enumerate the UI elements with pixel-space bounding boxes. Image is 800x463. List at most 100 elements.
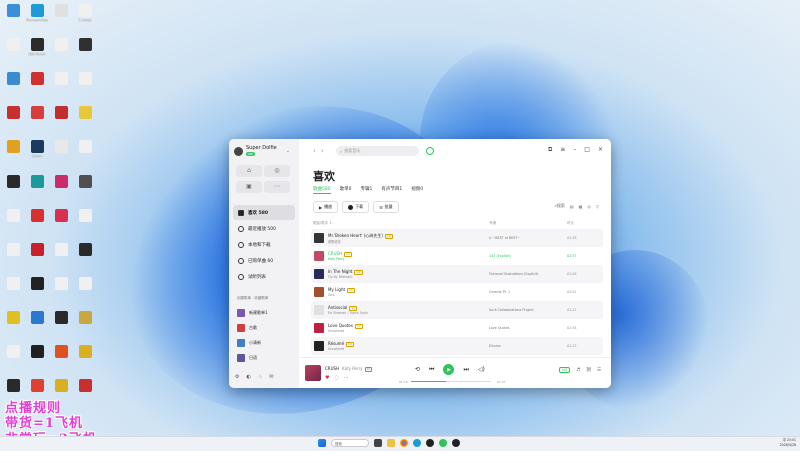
song-title[interactable]: In The Night <box>328 269 352 274</box>
avatar[interactable] <box>234 146 243 156</box>
voice-search-icon[interactable] <box>426 147 434 155</box>
input-language[interactable]: 中 <box>783 438 786 442</box>
sidebar-item-liked[interactable]: 喜欢 580 <box>233 205 295 220</box>
table-row[interactable]: My Light SQ Giro Cinema Pt. 1 03:02 <box>311 283 603 301</box>
desktop-icon[interactable] <box>50 38 72 52</box>
desktop-icon[interactable] <box>74 106 96 120</box>
desktop-icon[interactable] <box>26 379 48 393</box>
mini-mode-icon[interactable]: ⧉ <box>548 146 552 154</box>
song-artist[interactable]: Ed Sheeran / Travis Scott <box>328 311 438 315</box>
desktop-icon[interactable] <box>74 174 96 189</box>
desktop-icon[interactable] <box>26 242 48 257</box>
queue-icon[interactable]: ☰ <box>597 368 601 373</box>
table-row[interactable]: CRUSH SQ Katy Perry 143 (Explicit) 02:57 <box>311 247 603 265</box>
desktop-icon[interactable] <box>50 379 72 393</box>
desktop-icon[interactable] <box>2 106 24 120</box>
desktop-icon[interactable] <box>26 72 48 86</box>
sidebar-item-playlist[interactable]: 小清新 <box>233 335 295 350</box>
gift-icon[interactable]: ♢ <box>258 374 262 380</box>
desktop-icon[interactable] <box>50 174 72 189</box>
system-tray[interactable]: 中 23:01 2026/4/28 <box>780 438 796 448</box>
desktop-icon[interactable] <box>26 310 48 325</box>
song-album[interactable]: Fictional Illustrations (Explicit) <box>489 272 539 276</box>
home-icon[interactable]: ⌂ <box>236 165 262 177</box>
lyrics-icon[interactable]: 詞 <box>586 367 591 373</box>
desktop-icon[interactable]: Steam <box>26 140 48 158</box>
desktop-icon[interactable] <box>50 4 72 18</box>
tab-audio[interactable]: 有声节目1 <box>381 186 402 194</box>
song-album[interactable]: No.6 Collaborations Project <box>489 308 534 312</box>
back-arrow-icon[interactable]: ‹ <box>313 147 321 155</box>
minimize-icon[interactable]: – <box>573 146 576 154</box>
locate-icon[interactable]: ◎ <box>587 204 591 209</box>
desktop-icon[interactable] <box>74 379 96 393</box>
radio-icon[interactable]: ▣ <box>236 181 262 193</box>
desktop-icon[interactable] <box>2 208 24 223</box>
desktop-icon[interactable] <box>74 140 96 154</box>
grid-view-icon[interactable]: ▦ <box>579 204 583 209</box>
play-pause-button[interactable]: ▶ <box>443 364 455 375</box>
sidebar-item-playlist[interactable]: 新建歌单1 <box>233 305 295 320</box>
song-title[interactable]: Résumé <box>328 341 344 346</box>
sidebar-item-purchased[interactable]: 已购单曲 60 <box>233 253 295 268</box>
desktop-icon[interactable] <box>74 72 96 86</box>
list-view-icon[interactable]: ▤ <box>570 204 574 209</box>
desktop-icon[interactable] <box>74 38 96 52</box>
col-duration[interactable]: 时长 <box>567 221 574 226</box>
user-profile[interactable]: Super Dolfie VIP ⌄ <box>234 145 290 157</box>
desktop-icon[interactable] <box>50 276 72 291</box>
now-playing-cover[interactable] <box>305 365 321 381</box>
song-title[interactable]: CRUSH <box>328 251 342 256</box>
desktop-icon[interactable] <box>2 174 24 189</box>
desktop-icon[interactable] <box>50 208 72 223</box>
previous-icon[interactable]: ⏮ <box>429 366 434 374</box>
song-artist[interactable]: Giro <box>328 293 438 297</box>
more-icon[interactable]: ⋯ <box>264 181 290 193</box>
desktop-icon[interactable] <box>74 276 96 291</box>
taskbar-search-input[interactable]: 搜索 <box>331 439 369 447</box>
effects-icon[interactable]: ♬ <box>576 368 580 373</box>
desktop-icon[interactable] <box>50 345 72 359</box>
sidebar-item-trial[interactable]: 试听列表 <box>233 269 295 284</box>
settings-icon[interactable]: ⚙ <box>235 374 239 380</box>
obs-icon[interactable] <box>452 439 460 447</box>
song-album[interactable]: Cinema Pt. 1 <box>489 290 510 294</box>
sidebar-item-recent[interactable]: 最近播放 500 <box>233 221 295 236</box>
close-icon[interactable]: × <box>598 146 603 154</box>
desktop-icon[interactable] <box>26 208 48 223</box>
search-input[interactable]: ⌕ 搜索音乐 <box>336 146 419 156</box>
desktop-icon[interactable] <box>50 106 72 120</box>
file-explorer-icon[interactable] <box>387 439 395 447</box>
desktop-icon[interactable]: Microsoft Edge <box>26 4 48 22</box>
song-artist[interactable]: Unnoticed <box>328 329 438 333</box>
comment-icon[interactable]: ◌ <box>334 375 338 381</box>
desktop-icon[interactable] <box>2 242 24 257</box>
sidebar-item-playlist[interactable]: 日语 <box>233 350 295 365</box>
heart-icon[interactable]: ♥ <box>325 375 329 381</box>
desktop-icon[interactable] <box>2 140 24 154</box>
desktop-icon[interactable] <box>26 174 48 189</box>
batch-button[interactable]: ☰ 批量 <box>373 201 399 213</box>
song-album[interactable]: 143 (Explicit) <box>489 254 511 258</box>
song-artist[interactable]: Katy Perry <box>328 257 438 261</box>
table-row[interactable]: Mr.'Broken Heart' (心碎先生) SQ 岸野诺也 U ~BEST of… <box>311 229 603 247</box>
col-album[interactable]: 专辑 <box>489 221 496 226</box>
desktop-icon[interactable]: T_image <box>74 4 96 22</box>
tab-playlists[interactable]: 歌单0 <box>340 186 352 194</box>
desktop-icon[interactable] <box>50 242 72 257</box>
explore-icon[interactable]: ◎ <box>264 165 290 177</box>
song-title[interactable]: Antisocial <box>328 305 347 310</box>
desktop-icon[interactable] <box>26 276 48 291</box>
song-album[interactable]: Elusion <box>489 344 501 348</box>
start-icon[interactable] <box>318 439 326 447</box>
list-search-button[interactable]: ⌕搜索 <box>555 203 565 209</box>
download-button[interactable]: 下载 <box>342 201 370 213</box>
song-artist[interactable]: 岸野诺也 <box>328 239 438 244</box>
table-row[interactable]: Love Quotes SQ Unnoticed Love Quotes 02:38 <box>311 319 603 337</box>
chrome-icon[interactable] <box>400 439 408 447</box>
table-row[interactable]: Résumé SQ Unnoticed Elusion 02:23 <box>311 337 603 355</box>
desktop-icon[interactable] <box>26 345 48 359</box>
progress-track[interactable] <box>411 381 491 382</box>
volume-icon[interactable]: ◁) <box>478 366 485 373</box>
desktop-icon[interactable] <box>74 310 96 325</box>
